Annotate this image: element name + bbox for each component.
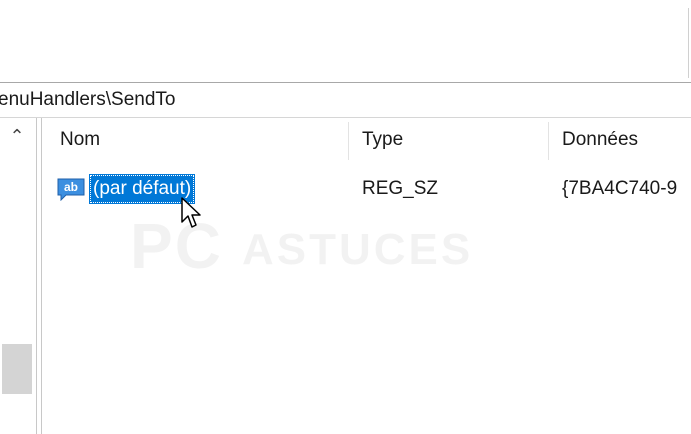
column-header-name[interactable]: Nom: [60, 118, 100, 162]
column-separator[interactable]: [548, 122, 549, 160]
toolbar: [0, 0, 691, 83]
value-data: {7BA4C740-9: [562, 178, 678, 199]
list-item[interactable]: ab (par défaut) REG_SZ {7BA4C740-9: [42, 174, 691, 204]
tree-scrollbar[interactable]: ⌃: [0, 118, 36, 434]
toolbar-edge: [688, 8, 689, 78]
svg-text:ab: ab: [64, 180, 78, 194]
value-type: REG_SZ: [362, 178, 439, 199]
column-header-data[interactable]: Données: [562, 118, 638, 162]
scroll-up-arrow-icon[interactable]: ⌃: [6, 128, 28, 146]
ab-string-icon: ab: [57, 178, 85, 201]
scroll-thumb[interactable]: [2, 344, 32, 394]
column-header-type[interactable]: Type: [362, 118, 403, 162]
values-list[interactable]: Nom Type Données ab (par défaut) REG_SZ …: [42, 118, 691, 434]
address-bar[interactable]: enuHandlers\SendTo: [0, 83, 691, 118]
tree-pane[interactable]: ⌃: [0, 118, 37, 434]
mouse-pointer-icon: [181, 197, 201, 228]
column-separator[interactable]: [348, 122, 349, 160]
address-path[interactable]: enuHandlers\SendTo: [0, 89, 175, 111]
